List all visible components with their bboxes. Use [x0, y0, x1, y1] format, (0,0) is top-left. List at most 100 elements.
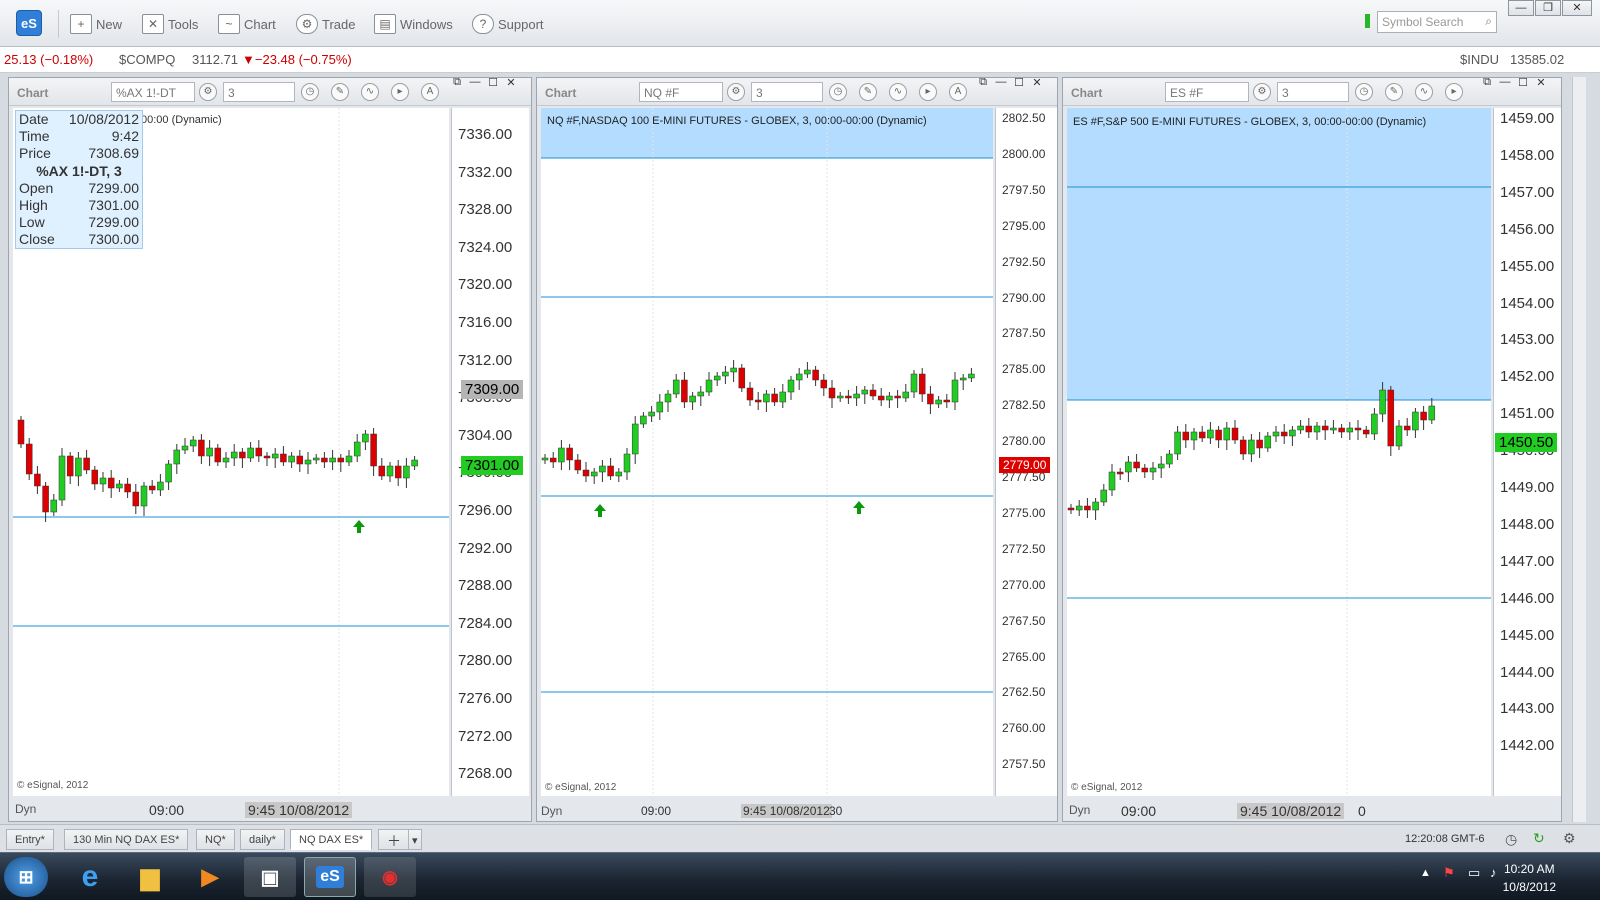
symbol-search-input[interactable]: Symbol Search ⌕: [1377, 11, 1497, 33]
dyn-toggle[interactable]: Dyn: [541, 804, 562, 818]
tab-130-min[interactable]: 130 Min NQ DAX ES*: [64, 829, 189, 850]
play-icon[interactable]: ▸: [919, 83, 937, 101]
tab-daily[interactable]: daily*: [240, 829, 285, 850]
symbol-select[interactable]: %AX 1!-DT: [111, 82, 195, 102]
dyn-toggle[interactable]: Dyn: [15, 802, 36, 816]
tab-menu-chevron-down-icon[interactable]: ▾: [408, 829, 422, 850]
candle-body: [1207, 429, 1214, 439]
refresh-icon[interactable]: ↻: [1533, 830, 1545, 847]
candle-body: [189, 439, 197, 447]
window-minimize-icon[interactable]: —: [993, 76, 1009, 88]
draw-icon[interactable]: ✎: [1385, 83, 1403, 101]
play-icon[interactable]: ▸: [391, 83, 409, 101]
tray-arrow-icon[interactable]: ▲: [1420, 867, 1431, 879]
chart-plot-area[interactable]: © eSignal, 2012: [541, 108, 993, 796]
play-icon[interactable]: ▸: [1445, 83, 1463, 101]
add-tab-button[interactable]: ＋: [378, 829, 410, 850]
study-icon[interactable]: ∿: [361, 83, 379, 101]
new-button[interactable]: + New: [70, 12, 122, 36]
esignal-taskbar-icon[interactable]: eS: [304, 857, 356, 897]
volume-icon[interactable]: ♪: [1490, 865, 1497, 880]
axis-tick-label: 2797.50: [1002, 182, 1046, 197]
axis-tick-label: 1459.00: [1500, 110, 1555, 127]
close-button[interactable]: ✕: [1562, 0, 1592, 16]
tools-button[interactable]: ✕ Tools: [142, 12, 198, 36]
vertical-scrollbar[interactable]: [1572, 77, 1586, 822]
dyn-toggle[interactable]: Dyn: [1069, 803, 1090, 817]
ticker-symbol-compq[interactable]: $COMPQ: [119, 52, 175, 67]
window-maximize-icon[interactable]: ☐: [1515, 76, 1531, 89]
symbol-select[interactable]: ES #F: [1165, 82, 1249, 102]
candle-body: [1157, 463, 1165, 469]
symbol-select[interactable]: NQ #F: [639, 82, 723, 102]
candle-body: [918, 373, 926, 395]
clock-icon[interactable]: ◷: [1355, 83, 1373, 101]
network-icon[interactable]: ▭: [1468, 865, 1480, 881]
axis-tick-label: 1455.00: [1500, 257, 1555, 275]
candle-body: [951, 379, 959, 403]
system-clock[interactable]: 10:20 AM 10/8/2012: [1503, 860, 1556, 896]
draw-icon[interactable]: ✎: [331, 83, 349, 101]
window-link-icon[interactable]: ⧉: [1479, 76, 1495, 89]
window-minimize-icon[interactable]: —: [1497, 76, 1513, 88]
candle-body: [968, 373, 975, 379]
flag-icon[interactable]: ⚑: [1443, 865, 1455, 881]
computer-icon[interactable]: ▣: [244, 857, 296, 897]
price-axis[interactable]: 7336.00 7332.00 7328.00 7324.00 7320.00 7316.…: [451, 108, 529, 796]
candle-body: [1239, 439, 1247, 455]
interval-select[interactable]: 3: [751, 82, 823, 102]
window-link-icon[interactable]: ⧉: [449, 76, 465, 89]
esignal-logo[interactable]: eS: [16, 10, 42, 36]
axis-tick-label: 2760.00: [1002, 721, 1046, 736]
candle-body: [230, 451, 238, 459]
settings-icon[interactable]: ⚙: [199, 83, 217, 101]
tab-entry[interactable]: Entry*: [6, 829, 54, 850]
interval-select[interactable]: 3: [1277, 82, 1349, 102]
windows-button[interactable]: ▤ Windows: [374, 12, 453, 36]
window-close-icon[interactable]: ✕: [1533, 76, 1549, 89]
candle-body: [1231, 427, 1239, 441]
study-icon[interactable]: ∿: [889, 83, 907, 101]
price-axis[interactable]: 1459.00 1458.00 1457.00 1456.00 1455.00 1454.…: [1493, 108, 1561, 796]
chart-button[interactable]: ~ Chart: [218, 12, 276, 36]
candle-body: [99, 477, 107, 485]
alert-icon[interactable]: A: [949, 83, 967, 101]
main-toolbar: eS + New ✕ Tools ~ Chart ⚙ Trade ▤ Windows ? S…: [0, 0, 1600, 47]
explorer-icon[interactable]: ▆: [124, 857, 176, 897]
app-taskbar-icon[interactable]: ◉: [364, 857, 416, 897]
axis-tick-label: 1458.00: [1500, 146, 1555, 164]
tab-nq[interactable]: NQ*: [196, 829, 235, 850]
window-link-icon[interactable]: ⧉: [975, 76, 991, 89]
candle-body: [83, 457, 90, 471]
gear-icon[interactable]: ⚙: [1563, 830, 1576, 847]
support-button[interactable]: ? Support: [472, 12, 544, 36]
trade-button[interactable]: ⚙ Trade: [296, 12, 355, 36]
window-close-icon[interactable]: ✕: [1029, 76, 1045, 89]
restore-button[interactable]: ❐: [1535, 0, 1561, 16]
alert-icon[interactable]: A: [421, 83, 439, 101]
draw-icon[interactable]: ✎: [859, 83, 877, 101]
start-button[interactable]: ⊞: [4, 857, 48, 897]
interval-select[interactable]: 3: [223, 82, 295, 102]
price-axis[interactable]: 2802.50 2800.00 2797.50 2795.00 2792.50 2790.…: [995, 108, 1057, 796]
chart-icon: ~: [218, 14, 240, 34]
clock-icon[interactable]: ◷: [301, 83, 319, 101]
tab-nq-dax-es[interactable]: NQ DAX ES*: [290, 829, 373, 850]
ticker-symbol-indu[interactable]: $INDU: [1460, 52, 1499, 67]
candle-body: [656, 401, 664, 413]
minimize-button[interactable]: —: [1508, 0, 1534, 16]
clock-icon[interactable]: ◷: [829, 83, 847, 101]
settings-icon[interactable]: ⚙: [727, 83, 745, 101]
candle-body: [1305, 425, 1313, 433]
window-maximize-icon[interactable]: ☐: [1011, 76, 1027, 89]
copyright-text: © eSignal, 2012: [17, 780, 89, 791]
chart-plot-area[interactable]: © eSignal, 2012: [1067, 108, 1491, 796]
window-minimize-icon[interactable]: —: [467, 76, 483, 88]
media-player-icon[interactable]: ▶: [184, 857, 236, 897]
ie-icon[interactable]: e: [64, 857, 116, 897]
candle-body: [1248, 439, 1255, 455]
window-close-icon[interactable]: ✕: [503, 76, 519, 89]
settings-icon[interactable]: ⚙: [1253, 83, 1271, 101]
window-maximize-icon[interactable]: ☐: [485, 76, 501, 89]
study-icon[interactable]: ∿: [1415, 83, 1433, 101]
